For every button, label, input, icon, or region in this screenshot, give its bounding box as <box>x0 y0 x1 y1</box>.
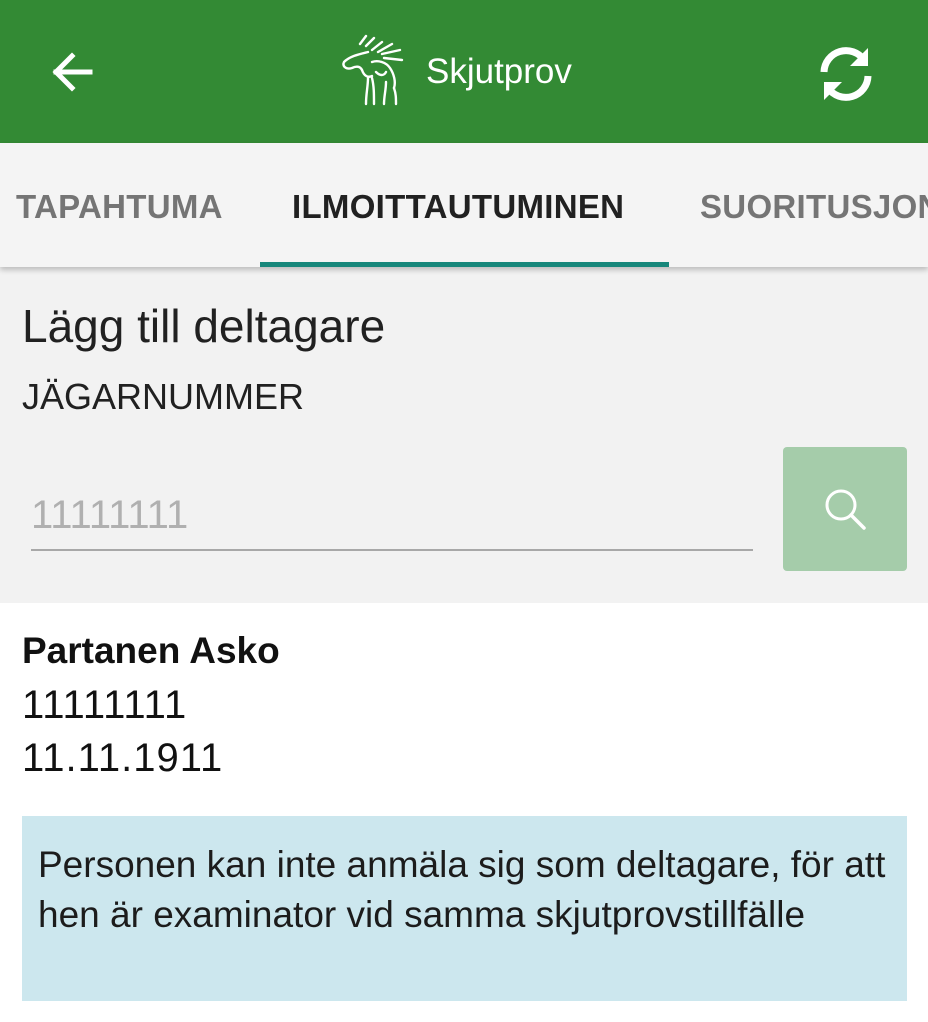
person-name: Partanen Asko <box>22 630 280 671</box>
hunter-number-label: JÄGARNUMMER <box>22 376 305 417</box>
hunter-number-input[interactable] <box>31 487 753 551</box>
refresh-button[interactable] <box>808 36 884 112</box>
info-notice: Personen kan inte anmäla sig som deltaga… <box>22 816 907 1001</box>
tab-suoritusjono[interactable]: SUORITUSJONO <box>700 187 928 227</box>
add-participant-form: Lägg till deltagare JÄGARNUMMER <box>0 267 928 603</box>
tab-tapahtuma[interactable]: TAPAHTUMA <box>16 187 223 227</box>
back-button[interactable] <box>38 38 106 106</box>
search-button[interactable] <box>783 447 907 571</box>
active-tab-indicator <box>260 262 669 267</box>
moose-logo-icon <box>338 32 410 110</box>
search-icon <box>825 489 866 530</box>
person-hunter-number: 11111111 <box>22 683 188 727</box>
app-bar: Skjutprov <box>0 0 928 143</box>
search-result: Partanen Asko 11111111 11.11.1911 Person… <box>0 603 928 1022</box>
tab-ilmoittautuminen[interactable]: ILMOITTAUTUMINEN <box>292 187 624 227</box>
app-title: Skjutprov <box>426 52 572 91</box>
notice-text: Personen kan inte anmäla sig som deltaga… <box>38 844 886 935</box>
form-title: Lägg till deltagare <box>22 300 386 352</box>
person-birth-date: 11.11.1911 <box>22 736 224 780</box>
tab-bar: TAPAHTUMA ILMOITTAUTUMINEN SUORITUSJONO <box>0 143 928 267</box>
arrow-left-icon <box>52 52 93 92</box>
sync-icon <box>820 47 872 101</box>
